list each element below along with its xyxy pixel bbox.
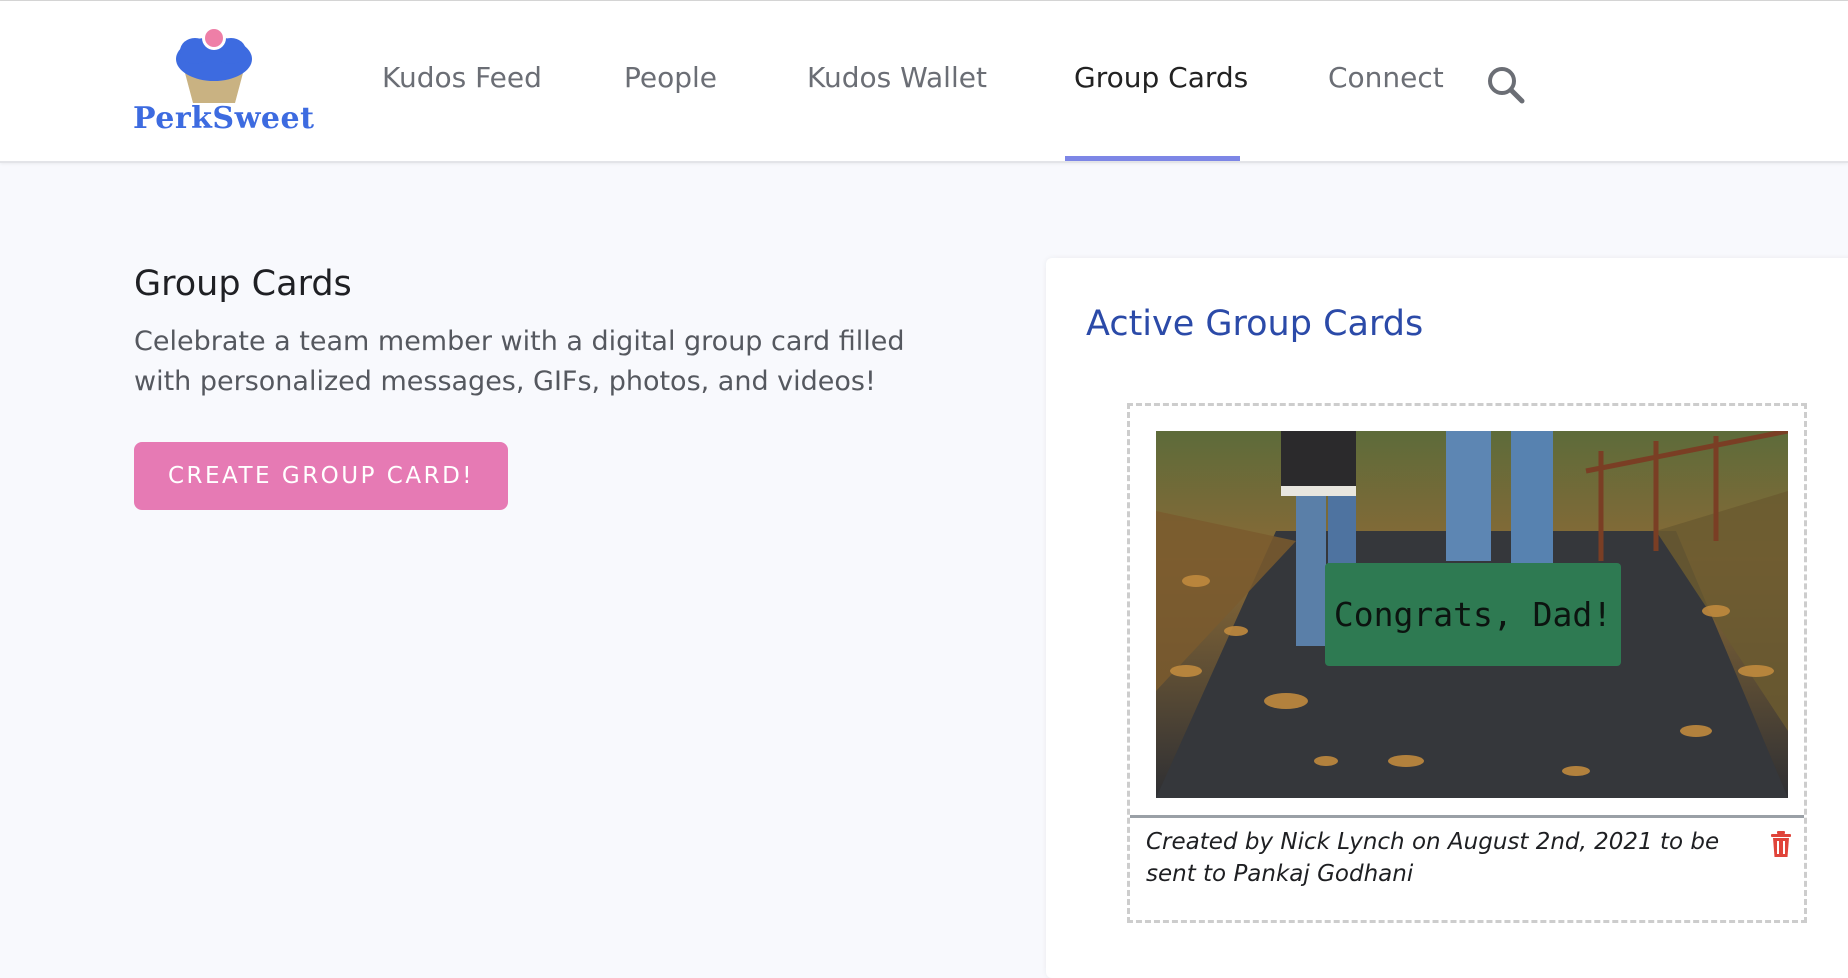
nav-people[interactable]: People bbox=[624, 61, 717, 94]
create-group-card-button[interactable]: CREATE GROUP CARD! bbox=[134, 442, 508, 510]
cupcake-icon bbox=[176, 26, 252, 103]
nav-kudos-feed[interactable]: Kudos Feed bbox=[382, 61, 542, 94]
card-caption: Created by Nick Lynch on August 2nd, 202… bbox=[1146, 829, 1720, 887]
trash-icon[interactable] bbox=[1770, 831, 1792, 857]
perksweet-logo[interactable]: PerkSweet bbox=[133, 23, 315, 143]
active-tab-indicator bbox=[1065, 156, 1240, 161]
nav-connect[interactable]: Connect bbox=[1328, 61, 1444, 94]
page-title: Group Cards bbox=[134, 264, 352, 304]
brand-name: PerkSweet bbox=[133, 101, 315, 136]
group-card[interactable]: Congrats, Dad! Created by Nick Lynch on … bbox=[1127, 403, 1807, 923]
active-group-cards-panel: Active Group Cards Congrats, Dad! Create… bbox=[1046, 258, 1848, 978]
top-navbar: PerkSweet Kudos Feed People Kudos Wallet… bbox=[0, 1, 1848, 163]
nav-kudos-wallet[interactable]: Kudos Wallet bbox=[807, 61, 987, 94]
card-banner: Congrats, Dad! bbox=[1325, 563, 1621, 666]
nav-group-cards[interactable]: Group Cards bbox=[1074, 61, 1248, 94]
search-icon[interactable] bbox=[1486, 65, 1526, 105]
page-description: Celebrate a team member with a digital g… bbox=[134, 326, 905, 397]
card-divider bbox=[1130, 815, 1804, 818]
card-photo: Congrats, Dad! bbox=[1156, 431, 1788, 798]
panel-title: Active Group Cards bbox=[1086, 304, 1424, 344]
